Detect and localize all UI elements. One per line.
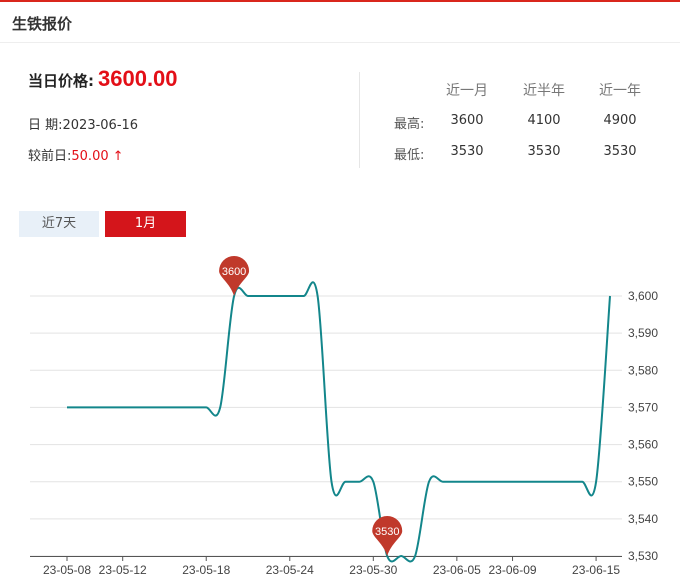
page-header: 生铁报价 (0, 2, 680, 43)
marker-label: 3600 (222, 266, 246, 278)
x-tick-label: 23-05-18 (182, 563, 230, 577)
y-tick-label: 3,560 (628, 438, 658, 452)
price-series-line (67, 281, 611, 563)
y-tick-label: 3,530 (628, 549, 658, 563)
price-value: 3600.00 (98, 66, 178, 91)
tab-7-days[interactable]: 近7天 (19, 211, 99, 237)
change-value: 50.00 (71, 149, 109, 164)
y-tick-label: 3,540 (628, 512, 658, 526)
price-label: 当日价格: (28, 72, 94, 90)
y-tick-label: 3,580 (628, 363, 658, 377)
stats-col-year: 近一年 (599, 83, 641, 99)
x-tick-label: 23-06-05 (433, 563, 481, 577)
x-tick-label: 23-05-12 (99, 563, 147, 577)
date-row: 日 期:2023-06-16 (28, 114, 138, 133)
marker-label: 3530 (375, 526, 399, 538)
stats-high-year: 4900 (603, 113, 637, 128)
stats-high-label: 最高: (394, 117, 425, 132)
x-tick-label: 23-06-15 (572, 563, 620, 577)
stats-col-halfyear: 近半年 (523, 83, 565, 99)
price-line-chart: 3,530 3,540 3,550 3,560 3,570 3,580 3,590 3,600… (30, 256, 658, 577)
price-row: 当日价格: 3600.00 (28, 66, 178, 92)
stats-high-month: 3600 (450, 113, 484, 128)
summary-divider (359, 72, 360, 168)
stats-col-month: 近一月 (446, 83, 488, 99)
y-tick-label: 3,550 (628, 475, 658, 489)
stats-low-halfyear: 3530 (527, 144, 561, 159)
x-tick-label: 23-05-08 (43, 563, 91, 577)
page-title: 生铁报价 (12, 15, 73, 33)
tab-1-month[interactable]: 1月 (105, 211, 186, 237)
date-label: 日 期: (28, 118, 63, 133)
up-arrow-icon: ↑ (112, 149, 124, 164)
x-tick-label: 23-05-24 (266, 563, 314, 577)
y-tick-label: 3,570 (628, 400, 658, 414)
stats-low-label: 最低: (394, 148, 425, 163)
y-tick-label: 3,590 (628, 326, 658, 340)
date-value: 2023-06-16 (62, 118, 139, 133)
stats-low-month: 3530 (450, 144, 484, 159)
stats-low-year: 3530 (603, 144, 637, 159)
x-tick-label: 23-06-09 (489, 563, 537, 577)
stats-high-halfyear: 4100 (527, 113, 561, 128)
change-row: 较前日:50.00 ↑ (28, 145, 124, 164)
y-tick-label: 3,600 (628, 289, 658, 303)
change-label: 较前日: (28, 149, 72, 164)
x-tick-label: 23-05-30 (349, 563, 397, 577)
